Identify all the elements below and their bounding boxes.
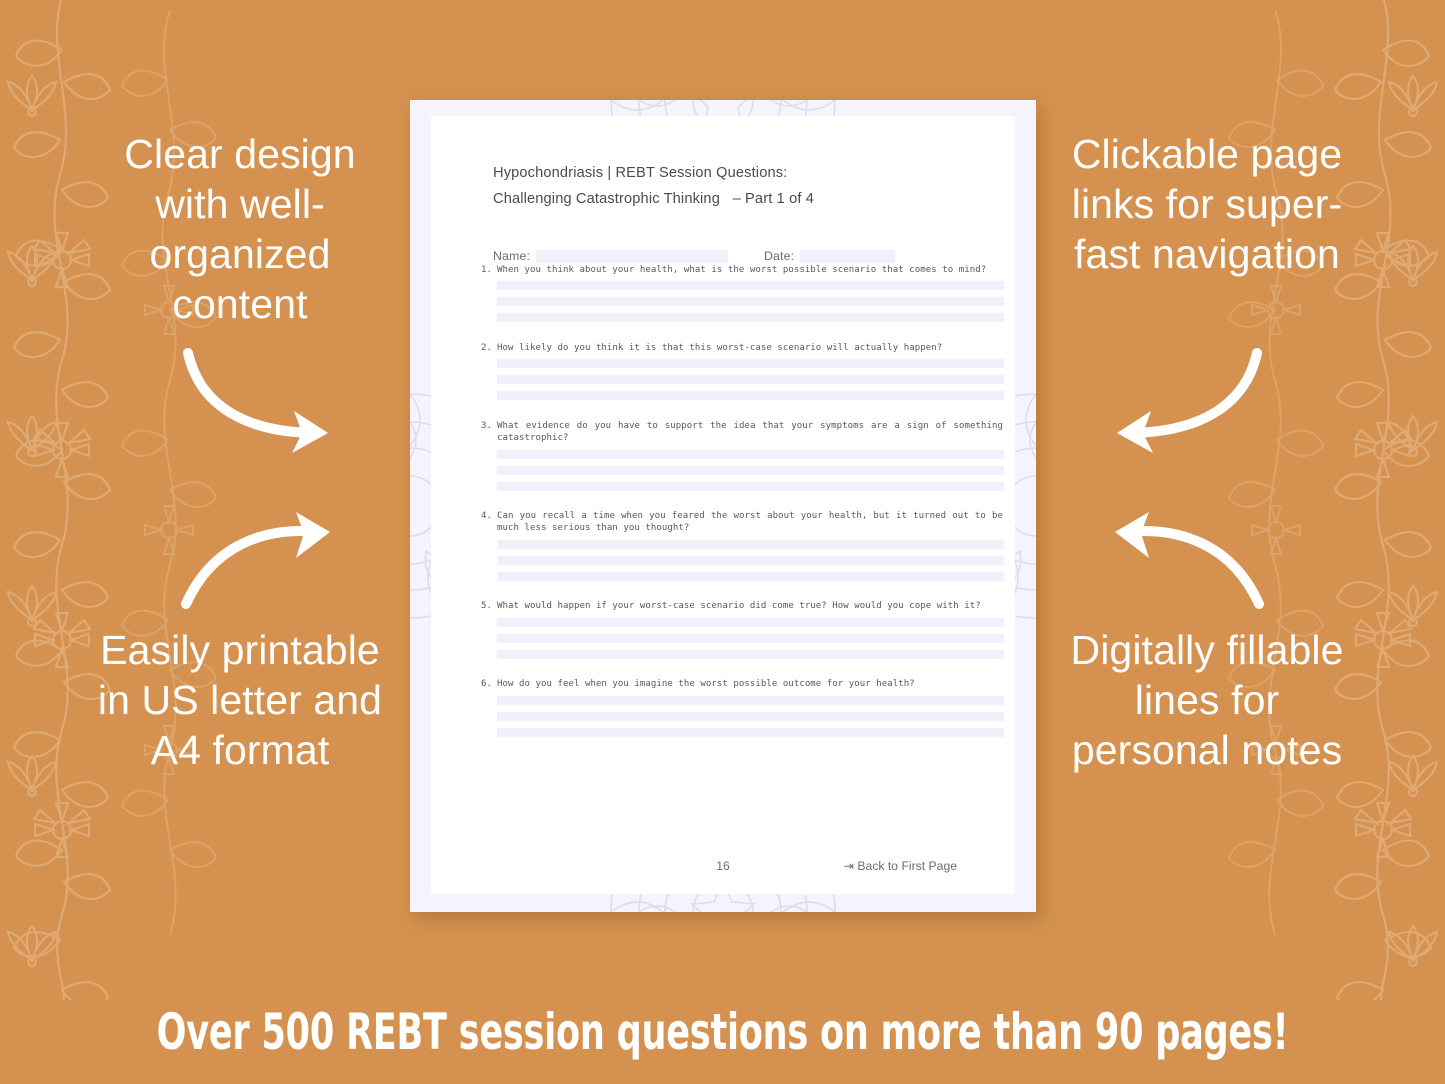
page-title-line-1: Hypochondriasis | REBT Session Questions… bbox=[493, 165, 788, 181]
question-row: 3. What evidence do you have to support t… bbox=[475, 420, 1005, 445]
question-number: 3. bbox=[481, 420, 492, 431]
answer-line[interactable] bbox=[497, 695, 1004, 705]
question-text: How likely do you think it is that this … bbox=[497, 342, 943, 353]
promo-text-fillable-lines: Digitally fillable lines for personal no… bbox=[1070, 627, 1344, 774]
question-block: 6. How do you feel when you imagine the w… bbox=[475, 678, 1005, 737]
question-row: 2. How likely do you think it is that thi… bbox=[475, 342, 1005, 354]
curved-arrow-icon bbox=[181, 512, 330, 609]
answer-line[interactable] bbox=[497, 297, 1004, 307]
question-text: What evidence do you have to support the… bbox=[497, 420, 1003, 444]
answer-line[interactable] bbox=[497, 481, 1004, 491]
answer-line[interactable] bbox=[497, 633, 1004, 643]
promo-text-clear-design: Clear design with well-organized content bbox=[124, 131, 356, 328]
question-block: 2. How likely do you think it is that thi… bbox=[475, 342, 1005, 401]
bottom-banner: Over 500 REBT session questions on more … bbox=[0, 980, 1445, 1084]
answer-line[interactable] bbox=[497, 649, 1004, 659]
question-text: How do you feel when you imagine the wor… bbox=[497, 679, 915, 690]
name-date-row: Name: Date: bbox=[493, 249, 973, 263]
question-row: 4. Can you recall a time when you feared … bbox=[475, 510, 1005, 535]
answer-line[interactable] bbox=[497, 391, 1004, 401]
back-to-first-page-link[interactable]: ⇥ Back to First Page bbox=[844, 859, 957, 873]
banner-headline: Over 500 REBT session questions on more … bbox=[156, 1003, 1289, 1061]
question-row: 1. When you think about your health, what… bbox=[475, 264, 1005, 276]
name-label: Name: bbox=[493, 249, 530, 263]
date-input[interactable] bbox=[800, 249, 896, 263]
worksheet-header: Hypochondriasis | REBT Session Questions… bbox=[493, 161, 963, 213]
curved-arrow-icon bbox=[183, 348, 328, 453]
answer-line[interactable] bbox=[497, 359, 1004, 369]
answer-line[interactable] bbox=[497, 555, 1004, 565]
answer-line[interactable] bbox=[497, 465, 1004, 475]
worksheet-sheet: Hypochondriasis | REBT Session Questions… bbox=[431, 116, 1015, 894]
answer-lines bbox=[497, 539, 1005, 581]
questions-list: 1. When you think about your health, what… bbox=[475, 264, 1005, 756]
answer-line[interactable] bbox=[497, 727, 1004, 737]
answer-lines bbox=[497, 695, 1005, 737]
name-input[interactable] bbox=[536, 249, 728, 263]
page-title-line-2: Challenging Catastrophic Thinking – Part… bbox=[493, 190, 815, 207]
question-number: 5. bbox=[481, 601, 492, 612]
answer-lines bbox=[497, 359, 1005, 401]
question-number: 2. bbox=[481, 342, 492, 353]
date-label: Date: bbox=[764, 249, 795, 263]
answer-line[interactable] bbox=[497, 449, 1004, 459]
promo-text-printable: Easily printable in US letter and A4 for… bbox=[97, 627, 383, 774]
curved-arrow-icon bbox=[1115, 512, 1264, 609]
answer-line[interactable] bbox=[497, 539, 1004, 549]
answer-line[interactable] bbox=[497, 375, 1004, 385]
answer-line[interactable] bbox=[497, 617, 1004, 627]
question-row: 5. What would happen if your worst-case s… bbox=[475, 600, 1005, 612]
answer-lines bbox=[497, 617, 1005, 659]
question-block: 1. When you think about your health, what… bbox=[475, 264, 1005, 323]
page-number: 16 bbox=[716, 859, 730, 873]
question-text: Can you recall a time when you feared th… bbox=[497, 511, 1003, 534]
question-block: 5. What would happen if your worst-case s… bbox=[475, 600, 1005, 659]
question-text: When you think about your health, what i… bbox=[497, 265, 987, 275]
question-text: What would happen if your worst-case sce… bbox=[497, 601, 981, 612]
question-block: 3. What evidence do you have to support t… bbox=[475, 420, 1005, 491]
question-number: 6. bbox=[481, 679, 492, 690]
question-row: 6. How do you feel when you imagine the w… bbox=[475, 678, 1005, 690]
question-block: 4. Can you recall a time when you feared … bbox=[475, 510, 1005, 581]
question-number: 1. bbox=[481, 265, 492, 275]
answer-line[interactable] bbox=[497, 571, 1004, 581]
answer-line[interactable] bbox=[497, 281, 1004, 291]
answer-line[interactable] bbox=[497, 313, 1004, 323]
promo-text-clickable-links: Clickable page links for super-fast navi… bbox=[1071, 131, 1343, 278]
answer-lines bbox=[497, 449, 1005, 491]
promo-graphic-canvas: Clear design with well-organized content… bbox=[0, 0, 1445, 1084]
worksheet-page: Hypochondriasis | REBT Session Questions… bbox=[410, 100, 1036, 912]
curved-arrow-icon bbox=[1117, 348, 1262, 453]
answer-lines bbox=[497, 281, 1005, 323]
answer-line[interactable] bbox=[497, 711, 1004, 721]
question-number: 4. bbox=[481, 511, 492, 522]
